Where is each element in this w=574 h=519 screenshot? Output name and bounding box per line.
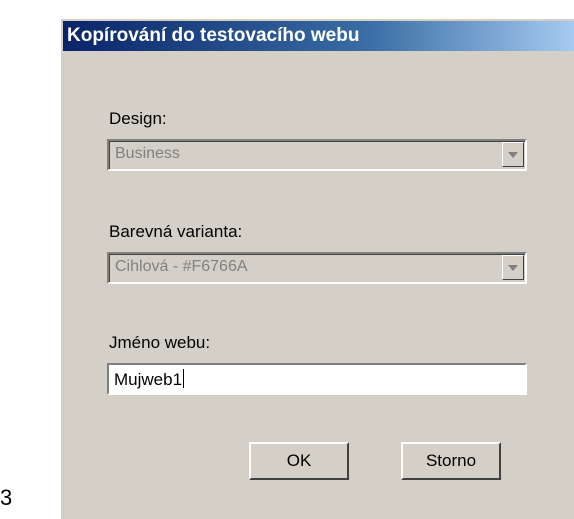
- chevron-down-icon: [508, 265, 518, 271]
- cancel-button[interactable]: Storno: [401, 442, 501, 480]
- text-caret: [183, 369, 185, 388]
- dialog-title: Kopírování do testovacího webu: [63, 21, 574, 51]
- color-variant-select[interactable]: Cihlová - #F6766A: [107, 252, 527, 284]
- web-name-input-text: Mujweb1: [114, 369, 185, 390]
- design-dropdown-button[interactable]: [502, 142, 524, 167]
- chevron-down-icon: [508, 152, 518, 158]
- color-variant-select-value: Cihlová - #F6766A: [115, 258, 248, 275]
- web-name-value: Mujweb1: [114, 370, 183, 389]
- color-variant-dropdown-button[interactable]: [502, 255, 524, 280]
- web-name-input[interactable]: Mujweb1: [107, 363, 527, 395]
- design-select[interactable]: Business: [107, 139, 527, 171]
- design-select-value: Business: [115, 145, 180, 162]
- color-variant-label: Barevná varianta:: [109, 222, 243, 241]
- design-label: Design:: [109, 109, 167, 128]
- page-number: 3: [0, 485, 13, 510]
- ok-button[interactable]: OK: [249, 442, 349, 480]
- copy-to-test-web-dialog: Kopírování do testovacího webu Design: B…: [60, 18, 574, 519]
- web-name-label: Jméno webu:: [109, 333, 211, 352]
